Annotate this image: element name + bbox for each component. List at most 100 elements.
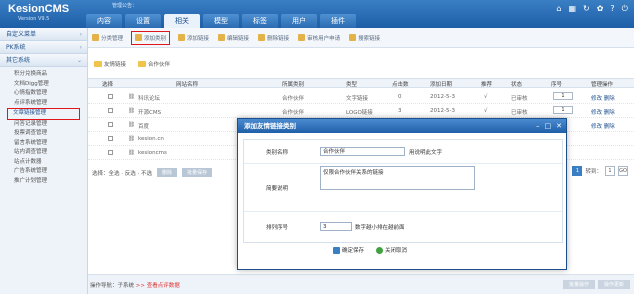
jump-input[interactable]: 1 — [605, 166, 615, 176]
sidebar-item[interactable]: 心情指数管理 — [0, 89, 87, 99]
dialog-title-bar[interactable]: 添加友情链接类别 – □ ✕ — [238, 119, 566, 133]
sidebar-item[interactable]: 文章链接管理 — [7, 108, 80, 120]
cancel-button[interactable]: 关闭取消 — [376, 246, 407, 254]
seq-input[interactable]: 1 — [553, 106, 573, 114]
cell-name[interactable]: 科讯论坛 — [138, 94, 160, 102]
sidebar-item[interactable]: 文档Digg管理 — [0, 80, 87, 90]
toolbar-icon — [349, 34, 357, 41]
sidebar: 自定义菜单 › PK系统 › 其它系统 ⌄ 积分兑换商品 文档Digg管理 心情指数管理点… — [0, 28, 88, 294]
sidebar-item[interactable]: 推广计划管理 — [0, 177, 87, 187]
maximize-icon[interactable]: □ — [545, 119, 552, 133]
breadcrumb: 操作导航：子系统 >> 查看点评数据 — [90, 283, 180, 289]
toolbar-button[interactable]: 搜索链接 — [349, 34, 380, 42]
breadcrumb-link[interactable]: 查看点评数据 — [147, 283, 180, 289]
select-controls[interactable]: 选择：全选 · 反选 · 不选 — [92, 169, 152, 177]
toolbar-button[interactable]: 审核用户申请 — [298, 34, 340, 42]
cell-type: LOGO链接 — [346, 110, 373, 116]
category-input[interactable]: 合作伙伴 — [320, 147, 405, 156]
sidebar-items: 积分兑换商品 文档Digg管理 心情指数管理 点评系统管理 文章链接管理 问答记录管理 投票… — [0, 67, 87, 186]
row-checkbox[interactable] — [108, 94, 113, 99]
grid-icon[interactable]: ▦ — [568, 4, 576, 14]
power-icon[interactable]: ⏻ — [622, 4, 628, 14]
tab-0[interactable]: 内容 — [86, 14, 122, 28]
toolbar-button[interactable]: 分类管理 — [92, 34, 123, 42]
row-checkbox[interactable] — [108, 108, 113, 113]
toolbar-icon — [298, 34, 306, 41]
cell-rec: √ — [484, 108, 488, 114]
cell-clicks: 0 — [398, 94, 402, 100]
tab-4[interactable]: 标签 — [242, 14, 278, 28]
sidebar-section-pk[interactable]: PK系统 › — [0, 41, 87, 54]
row-checkbox[interactable] — [108, 122, 113, 127]
batch-save-button[interactable]: 批量保存 — [182, 168, 213, 177]
help-icon[interactable]: ? — [610, 4, 614, 14]
sidebar-section-other[interactable]: 其它系统 ⌄ — [0, 54, 87, 67]
logo: KesionCMS — [8, 3, 70, 15]
subtab-partners[interactable]: 合作伙伴 — [138, 60, 170, 68]
sidebar-item[interactable]: 投票调查管理 — [0, 129, 87, 139]
sidebar-item[interactable]: 站点计数器 — [0, 158, 87, 168]
seq-input[interactable]: 1 — [553, 92, 573, 100]
row-order: 排列序号 3 数字越小排在越前面 — [244, 212, 562, 244]
order-hint: 数字越小排在越前面 — [355, 225, 405, 231]
batch-op-button[interactable]: 批量操作 — [562, 280, 595, 289]
toolbar-icon — [218, 34, 226, 41]
subtab-friend-links[interactable]: 友情链接 — [94, 60, 126, 68]
sidebar-item[interactable]: 积分兑换商品 — [0, 70, 87, 80]
tab-6[interactable]: 插件 — [320, 14, 356, 28]
sidebar-item[interactable]: 留言系统管理 — [0, 139, 87, 149]
sidebar-section-custom[interactable]: 自定义菜单 › — [0, 28, 87, 41]
cell-ops[interactable]: 修改 删除 — [591, 108, 615, 116]
main-tabs: 内容 设置 相关 模型 标签 用户 插件 — [86, 14, 359, 28]
minimize-icon[interactable]: – — [536, 119, 540, 133]
toolbar-button[interactable]: 添加链接 — [178, 34, 209, 42]
tab-3[interactable]: 模型 — [203, 14, 239, 28]
sidebar-item[interactable]: 广告系统管理 — [0, 167, 87, 177]
row-checkbox[interactable] — [108, 136, 113, 141]
sidebar-item[interactable]: 站内调查管理 — [0, 148, 87, 158]
top-icons: ⌂ ▦ ↻ ✿ ? ⏻ — [556, 4, 628, 14]
col-ops: 管理操作 — [591, 82, 614, 88]
link-icon: ⛓ — [128, 94, 135, 100]
order-input[interactable]: 3 — [320, 222, 352, 231]
toolbar-button[interactable]: 编辑链接 — [218, 34, 249, 42]
page-current[interactable]: 1 — [572, 166, 583, 176]
jump-label: 转到： — [585, 169, 602, 175]
cell-name[interactable]: 百度 — [138, 122, 149, 130]
cell-name[interactable]: kesioncms — [138, 150, 167, 156]
gear-icon[interactable]: ✿ — [597, 4, 604, 14]
go-button[interactable]: GO — [618, 166, 628, 176]
delete-button[interactable]: 删除 — [157, 168, 178, 177]
sidebar-item[interactable]: 点评系统管理 — [0, 99, 87, 109]
cell-ops[interactable]: 修改 删除 — [591, 94, 615, 102]
cell-name[interactable]: kesion.cn — [138, 136, 164, 142]
update-button[interactable]: 操作更新 — [597, 280, 630, 289]
toolbar-button[interactable]: 添加类别 — [131, 30, 171, 45]
dialog-actions: 确定保存 关闭取消 — [333, 246, 407, 254]
tab-2[interactable]: 相关 — [164, 14, 200, 28]
cell-ops[interactable]: 修改 删除 — [591, 122, 615, 130]
save-icon — [333, 246, 340, 254]
footer: 操作导航：子系统 >> 查看点评数据 批量操作 操作更新 — [88, 274, 634, 294]
row-checkbox[interactable] — [108, 150, 113, 155]
description-textarea[interactable]: 仅限合作伙伴关系的链接 — [320, 166, 475, 190]
refresh-icon[interactable]: ↻ — [583, 4, 590, 14]
col-clicks: 点击数 — [392, 82, 409, 88]
table-row: ⛓ 科讯论坛 合作伙伴 文字链接 0 2012-5-3 √ 已审核 修改 删除 1 — [88, 90, 634, 104]
toolbar-icon — [92, 34, 99, 41]
cell-name[interactable]: 开源CMS — [138, 108, 161, 116]
row-description: 简要说明 仅限合作伙伴关系的链接 — [244, 164, 562, 212]
home-icon[interactable]: ⌂ — [556, 4, 561, 14]
cell-clicks: 3 — [398, 108, 402, 114]
save-button[interactable]: 确定保存 — [333, 246, 364, 254]
chevron-down-icon: ⌄ — [76, 57, 82, 64]
tab-1[interactable]: 设置 — [125, 14, 161, 28]
close-icon[interactable]: ✕ — [556, 119, 562, 133]
col-status: 状态 — [511, 82, 523, 88]
link-icon: ⛓ — [128, 122, 135, 128]
folder-icon — [138, 61, 147, 67]
sidebar-item[interactable]: 问答记录管理 — [0, 120, 87, 130]
toolbar-button[interactable]: 删除链接 — [258, 34, 289, 42]
tab-5[interactable]: 用户 — [281, 14, 317, 28]
cell-cat: 合作伙伴 — [282, 96, 305, 102]
